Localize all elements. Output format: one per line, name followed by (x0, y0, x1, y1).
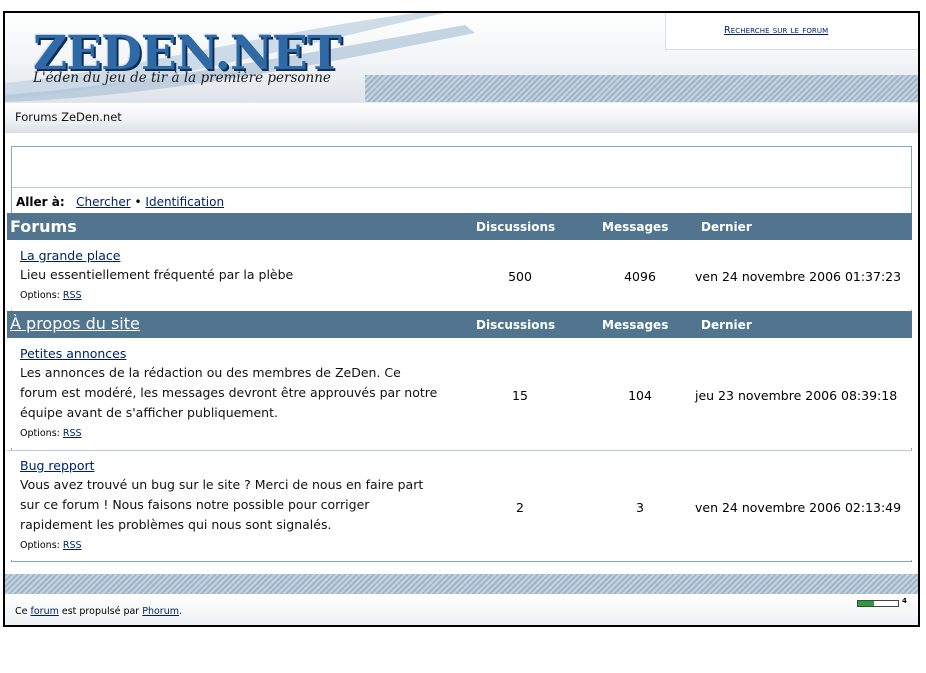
forum-description: Vous avez trouvé un bug sur le site ? Me… (20, 477, 424, 532)
site-tagline: L'éden du jeu de tir à la première perso… (33, 70, 331, 86)
col-messages: Messages (602, 220, 669, 234)
forum-name-link[interactable]: Petites annonces (20, 346, 126, 361)
col-discussions: Discussions (476, 318, 556, 332)
rss-link[interactable]: RSS (63, 290, 82, 301)
goto-label: Aller à: (16, 195, 65, 209)
page-frame: ZEDEN.NET L'éden du jeu de tir à la prem… (3, 11, 920, 627)
stat-value: 4 (902, 597, 907, 605)
login-link[interactable]: Identification (145, 195, 224, 209)
forum-name-link[interactable]: La grande place (20, 248, 120, 263)
forum-row: Bug repport Vous avez trouvé un bug sur … (7, 451, 912, 560)
forum-description: Lieu essentiellement fréquenté par la pl… (20, 267, 294, 282)
discussions-count: 500 (508, 269, 532, 284)
col-last: Dernier (701, 220, 752, 234)
forum-link[interactable]: forum (31, 606, 59, 617)
footer-stripes (5, 574, 918, 594)
divider (12, 187, 911, 188)
col-messages: Messages (602, 318, 669, 332)
stat-bar (857, 600, 899, 607)
forum-name-link[interactable]: Bug repport (20, 458, 95, 473)
category-title-link[interactable]: À propos du site (10, 314, 140, 333)
search-link[interactable]: Chercher (76, 195, 131, 209)
options-label: Options: (20, 540, 60, 551)
category-title: Forums (10, 217, 77, 236)
footer-middle: est propulsé par (58, 606, 143, 617)
rss-link[interactable]: RSS (63, 428, 82, 439)
phorum-link[interactable]: Phorum (142, 606, 179, 617)
category-header-about: À propos du site Discussions Messages De… (7, 311, 912, 338)
breadcrumb-bar: Forums ZeDen.net (5, 102, 918, 133)
site-header: ZEDEN.NET L'éden du jeu de tir à la prem… (5, 13, 918, 102)
search-forum-link[interactable]: Recherche sur le forum (724, 25, 828, 36)
forum-options: Options: RSS (20, 290, 82, 301)
last-post-date: jeu 23 novembre 2006 08:39:18 (695, 388, 898, 403)
search-box: Recherche sur le forum (665, 13, 918, 50)
forum-options: Options: RSS (20, 540, 82, 551)
messages-count: 4096 (624, 269, 656, 284)
last-post-date: ven 24 novembre 2006 02:13:49 (695, 500, 902, 515)
messages-count: 3 (636, 500, 644, 515)
col-discussions: Discussions (476, 220, 556, 234)
last-post-date: ven 24 novembre 2006 01:37:23 (695, 269, 902, 284)
footer-prefix: Ce (15, 606, 31, 617)
options-label: Options: (20, 290, 60, 301)
goto-nav: Aller à: Chercher • Identification (16, 195, 224, 209)
forum-row: Petites annonces Les annonces de la réda… (7, 338, 912, 448)
rss-link[interactable]: RSS (63, 540, 82, 551)
forum-row: La grande place Lieu essentiellement fré… (7, 240, 912, 310)
site-footer: Ce forum est propulsé par Phorum. 4 (5, 594, 918, 625)
category-header-forums: Forums Discussions Messages Dernier (7, 213, 912, 240)
discussions-count: 2 (516, 500, 524, 515)
breadcrumb[interactable]: Forums ZeDen.net (15, 110, 122, 124)
col-last: Dernier (701, 318, 752, 332)
footer-credit: Ce forum est propulsé par Phorum. (15, 606, 182, 617)
forum-options: Options: RSS (20, 428, 82, 439)
options-label: Options: (20, 428, 60, 439)
stat-bar-fill (858, 601, 874, 606)
footer-suffix: . (178, 606, 183, 617)
goto-separator: • (134, 195, 142, 209)
forum-description: Les annonces de la rédaction ou des memb… (20, 365, 438, 420)
discussions-count: 15 (512, 388, 528, 403)
messages-count: 104 (628, 388, 652, 403)
